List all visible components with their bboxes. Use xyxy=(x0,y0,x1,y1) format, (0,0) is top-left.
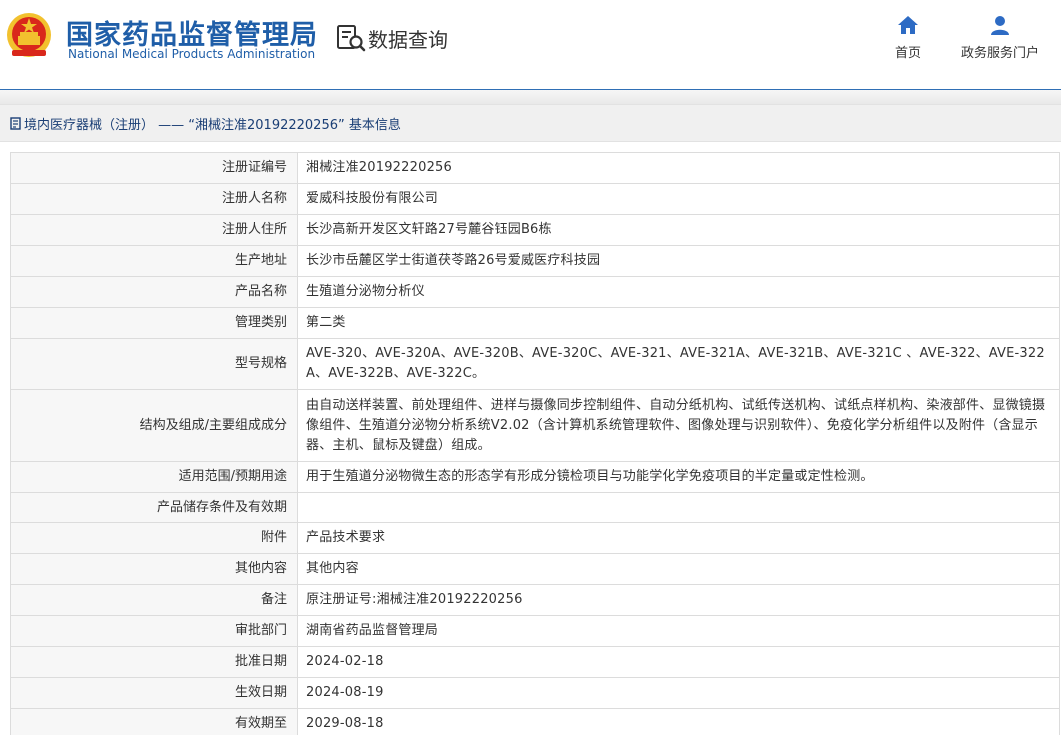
table-row: 有效期至 2029-08-18 xyxy=(10,708,1060,735)
field-value: 湖南省药品监督管理局 xyxy=(297,615,1060,647)
field-value: 2024-08-19 xyxy=(297,677,1060,709)
field-value: 生殖道分泌物分析仪 xyxy=(297,276,1060,308)
field-label: 管理类别 xyxy=(10,307,298,339)
field-label: 适用范围/预期用途 xyxy=(10,461,298,493)
table-row: 附件 产品技术要求 xyxy=(10,522,1060,554)
field-label: 生产地址 xyxy=(10,245,298,277)
field-label: 结构及组成/主要组成成分 xyxy=(10,389,298,462)
nav-home-label: 首页 xyxy=(894,46,921,61)
field-value: 湘械注准20192220256 xyxy=(297,152,1060,184)
breadcrumb: 境内医疗器械（注册） —— “湘械注准20192220256” 基本信息 xyxy=(0,104,1061,142)
field-value: 第二类 xyxy=(297,307,1060,339)
site-header: 国家药品监督管理局 National Medical Products Admi… xyxy=(0,0,1061,90)
national-emblem-icon xyxy=(7,13,51,57)
table-row: 生产地址 长沙市岳麓区学士街道茯苓路26号爱威医疗科技园 xyxy=(10,245,1060,277)
field-value: AVE-320、AVE-320A、AVE-320B、AVE-320C、AVE-3… xyxy=(297,338,1060,390)
field-label: 批准日期 xyxy=(10,646,298,678)
table-row: 型号规格 AVE-320、AVE-320A、AVE-320B、AVE-320C、… xyxy=(10,338,1060,390)
field-label: 备注 xyxy=(10,584,298,616)
table-row: 管理类别 第二类 xyxy=(10,307,1060,339)
field-value: 用于生殖道分泌物微生态的形态学有形成分镜检项目与功能学化学免疫项目的半定量或定性… xyxy=(297,461,1060,493)
field-value: 2029-08-18 xyxy=(297,708,1060,735)
field-label: 型号规格 xyxy=(10,338,298,390)
field-value: 产品技术要求 xyxy=(297,522,1060,554)
field-label: 附件 xyxy=(10,522,298,554)
field-label: 其他内容 xyxy=(10,553,298,585)
table-row: 注册人名称 爱威科技股份有限公司 xyxy=(10,183,1060,215)
user-icon xyxy=(991,16,1009,35)
data-query-label: 数据查询 xyxy=(368,27,448,52)
field-value xyxy=(297,492,1060,523)
table-row: 产品名称 生殖道分泌物分析仪 xyxy=(10,276,1060,308)
field-label: 注册证编号 xyxy=(10,152,298,184)
data-search-icon xyxy=(337,25,366,52)
table-row: 批准日期 2024-02-18 xyxy=(10,646,1060,678)
field-label: 产品储存条件及有效期 xyxy=(10,492,298,523)
field-value: 由自动送样装置、前处理组件、进样与摄像同步控制组件、自动分纸机构、试纸传送机构、… xyxy=(297,389,1060,462)
field-label: 注册人住所 xyxy=(10,214,298,246)
field-label: 生效日期 xyxy=(10,677,298,709)
breadcrumb-text: 境内医疗器械（注册） —— “湘械注准20192220256” 基本信息 xyxy=(24,117,401,133)
nav-portal-label: 政务服务门户 xyxy=(960,46,1039,61)
table-row: 其他内容 其他内容 xyxy=(10,553,1060,585)
table-row: 审批部门 湖南省药品监督管理局 xyxy=(10,615,1060,647)
table-row: 产品储存条件及有效期 xyxy=(10,492,1060,523)
org-name-en: National Medical Products Administration xyxy=(68,47,316,61)
table-row: 结构及组成/主要组成成分 由自动送样装置、前处理组件、进样与摄像同步控制组件、自… xyxy=(10,389,1060,462)
field-label: 有效期至 xyxy=(10,708,298,735)
registration-detail-table: 注册证编号 湘械注准20192220256 注册人名称 爱威科技股份有限公司 注… xyxy=(10,152,1060,735)
data-query-title: 数据查询 xyxy=(336,22,448,54)
field-value: 长沙高新开发区文轩路27号麓谷钰园B6栋 xyxy=(297,214,1060,246)
header-band xyxy=(0,90,1061,104)
field-label: 审批部门 xyxy=(10,615,298,647)
table-row: 注册证编号 湘械注准20192220256 xyxy=(10,152,1060,184)
home-icon xyxy=(898,16,918,34)
field-label: 产品名称 xyxy=(10,276,298,308)
nav-home-link[interactable]: 首页 xyxy=(888,14,928,61)
nav-portal-link[interactable]: 政务服务门户 xyxy=(955,14,1045,61)
document-icon xyxy=(10,116,21,130)
table-row: 适用范围/预期用途 用于生殖道分泌物微生态的形态学有形成分镜检项目与功能学化学免… xyxy=(10,461,1060,493)
field-value: 长沙市岳麓区学士街道茯苓路26号爱威医疗科技园 xyxy=(297,245,1060,277)
table-row: 备注 原注册证号:湘械注准20192220256 xyxy=(10,584,1060,616)
field-value: 原注册证号:湘械注准20192220256 xyxy=(297,584,1060,616)
table-row: 注册人住所 长沙高新开发区文轩路27号麓谷钰园B6栋 xyxy=(10,214,1060,246)
field-value: 2024-02-18 xyxy=(297,646,1060,678)
table-row: 生效日期 2024-08-19 xyxy=(10,677,1060,709)
field-value: 其他内容 xyxy=(297,553,1060,585)
field-label: 注册人名称 xyxy=(10,183,298,215)
field-value: 爱威科技股份有限公司 xyxy=(297,183,1060,215)
